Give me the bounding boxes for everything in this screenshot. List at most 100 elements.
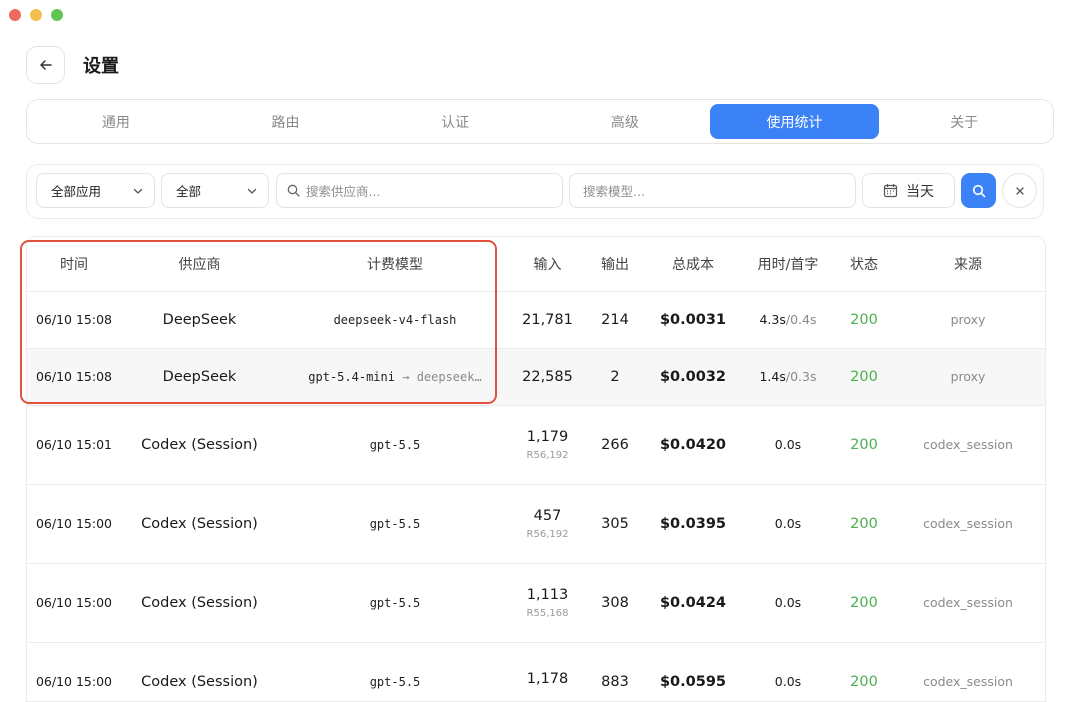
search-button[interactable] <box>961 173 996 208</box>
cell-source: proxy <box>891 348 1045 406</box>
status-select[interactable]: 全部 <box>161 173 269 208</box>
search-icon <box>287 184 300 197</box>
cell-cost: $0.0031 <box>647 291 739 349</box>
cell-source: codex_session <box>891 405 1045 485</box>
cell-provider: DeepSeek <box>121 291 278 349</box>
cell-input: 1,113 R55,168 <box>512 563 583 643</box>
cell-status: 200 <box>837 642 891 701</box>
cell-status: 200 <box>837 348 891 406</box>
cell-source: codex_session <box>891 484 1045 564</box>
usage-table: 时间 供应商 计费模型 输入 输出 总成本 用时/首字 状态 来源 06/10 … <box>27 237 1045 701</box>
column-header-time[interactable]: 时间 <box>27 237 121 292</box>
cell-duration: 0.0s <box>739 563 837 643</box>
tab-about[interactable]: 关于 <box>879 104 1049 139</box>
chevron-down-icon <box>247 188 257 194</box>
cell-input: 21,781 <box>512 291 583 349</box>
cell-output: 308 <box>583 563 647 643</box>
column-header-billing-model[interactable]: 计费模型 <box>278 237 512 292</box>
tab-general[interactable]: 通用 <box>31 104 201 139</box>
cell-model: gpt-5.4-mini → deepseek… <box>278 348 512 406</box>
cell-time: 06/10 15:00 <box>27 484 121 564</box>
cell-source: codex_session <box>891 563 1045 643</box>
filter-bar: 全部应用 全部 搜索供应商... 搜索模型... 当天 <box>26 164 1044 219</box>
duration-total: 0.0s <box>774 516 802 531</box>
column-header-source[interactable]: 来源 <box>891 237 1045 292</box>
cell-input: 22,585 <box>512 348 583 406</box>
model-search-input[interactable]: 搜索模型... <box>569 173 856 208</box>
table-row[interactable]: 06/10 15:00 Codex (Session) gpt-5.5 457 R… <box>27 484 1045 564</box>
model-name: gpt-5.5 <box>369 516 421 531</box>
cell-model: gpt-5.5 <box>278 563 512 643</box>
cell-cost: $0.0395 <box>647 484 739 564</box>
date-range-button[interactable]: 当天 <box>862 173 955 208</box>
cell-status: 200 <box>837 563 891 643</box>
cell-input: 1,179 R56,192 <box>512 405 583 485</box>
cell-model: gpt-5.5 <box>278 405 512 485</box>
table-row[interactable]: 06/10 15:00 Codex (Session) gpt-5.5 1,17… <box>27 642 1045 701</box>
calendar-icon <box>883 184 898 198</box>
cell-model: gpt-5.5 <box>278 642 512 701</box>
cell-output: 883 <box>583 642 647 701</box>
page-header: 设置 <box>26 46 119 84</box>
tab-advanced[interactable]: 高级 <box>540 104 710 139</box>
cell-input: 457 R56,192 <box>512 484 583 564</box>
zoom-window-button[interactable] <box>51 9 63 21</box>
tab-usage-stats[interactable]: 使用统计 <box>709 104 880 139</box>
cell-output: 214 <box>583 291 647 349</box>
duration-total: 1.4s <box>759 369 786 384</box>
cell-provider: Codex (Session) <box>121 563 278 643</box>
input-tokens: 1,179 <box>526 428 569 445</box>
input-tokens: 1,178 <box>526 671 569 687</box>
cell-provider: Codex (Session) <box>121 484 278 564</box>
duration-total: 0.0s <box>774 595 802 610</box>
input-tokens: 457 <box>533 507 562 524</box>
model-name: gpt-5.5 <box>369 595 421 610</box>
column-header-total-cost[interactable]: 总成本 <box>647 237 739 292</box>
tab-auth[interactable]: 认证 <box>370 104 540 139</box>
duration-first-token: /0.4s <box>785 312 817 327</box>
column-header-provider[interactable]: 供应商 <box>121 237 278 292</box>
cell-cost: $0.0424 <box>647 563 739 643</box>
table-header-row: 时间 供应商 计费模型 输入 输出 总成本 用时/首字 状态 来源 <box>27 237 1045 292</box>
input-cached-tokens: R56,192 <box>526 449 569 461</box>
cell-time: 06/10 15:01 <box>27 405 121 485</box>
cell-duration: 0.0s <box>739 484 837 564</box>
table-row[interactable]: 06/10 15:00 Codex (Session) gpt-5.5 1,11… <box>27 563 1045 643</box>
provider-search-placeholder: 搜索供应商... <box>306 184 381 199</box>
date-range-label: 当天 <box>906 183 934 200</box>
cell-cost: $0.0032 <box>647 348 739 406</box>
cell-source: proxy <box>891 291 1045 349</box>
column-header-duration[interactable]: 用时/首字 <box>739 237 837 292</box>
status-select-value: 全部 <box>176 184 202 199</box>
table-row[interactable]: 06/10 15:08 DeepSeek deepseek-v4-flash 2… <box>27 291 1045 349</box>
table-row[interactable]: 06/10 15:08 DeepSeek gpt-5.4-mini → deep… <box>27 348 1045 406</box>
duration-total: 0.0s <box>774 437 802 452</box>
table-row[interactable]: 06/10 15:01 Codex (Session) gpt-5.5 1,17… <box>27 405 1045 485</box>
minimize-window-button[interactable] <box>30 9 42 21</box>
provider-search-input[interactable]: 搜索供应商... <box>276 173 563 208</box>
back-button[interactable] <box>26 46 65 84</box>
close-window-button[interactable] <box>9 9 21 21</box>
cell-time: 06/10 15:00 <box>27 563 121 643</box>
tab-routing[interactable]: 路由 <box>201 104 371 139</box>
duration-total: 0.0s <box>774 674 802 689</box>
cell-status: 200 <box>837 291 891 349</box>
duration-first-token: /0.3s <box>785 369 817 384</box>
app-select[interactable]: 全部应用 <box>36 173 155 208</box>
cell-source: codex_session <box>891 642 1045 701</box>
column-header-input[interactable]: 输入 <box>512 237 583 292</box>
cell-output: 2 <box>583 348 647 406</box>
settings-tabs: 通用 路由 认证 高级 使用统计 关于 <box>26 99 1054 144</box>
duration-total: 4.3s <box>759 312 786 327</box>
chevron-down-icon <box>133 188 143 194</box>
column-header-output[interactable]: 输出 <box>583 237 647 292</box>
clear-filters-button[interactable] <box>1002 173 1037 208</box>
arrow-left-icon <box>39 60 52 70</box>
cell-cost: $0.0595 <box>647 642 739 701</box>
cell-status: 200 <box>837 405 891 485</box>
column-header-status[interactable]: 状态 <box>837 237 891 292</box>
usage-table-container: 时间 供应商 计费模型 输入 输出 总成本 用时/首字 状态 来源 06/10 … <box>26 236 1046 702</box>
cell-output: 266 <box>583 405 647 485</box>
arrow-right-icon: → <box>402 369 410 384</box>
cell-status: 200 <box>837 484 891 564</box>
